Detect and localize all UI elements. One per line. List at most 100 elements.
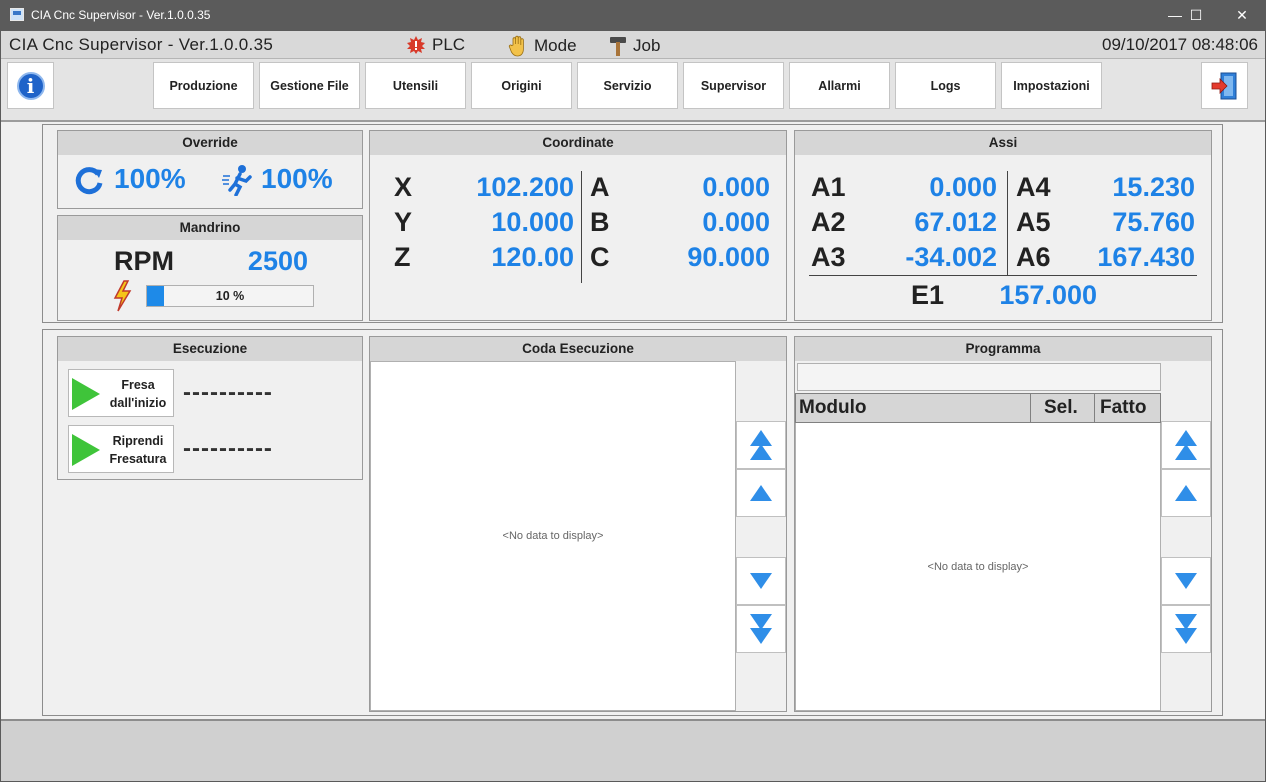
coord-a-value: 0.000: [702, 172, 770, 202]
programma-scroll-up-button[interactable]: [1161, 469, 1211, 517]
col-divider: [1094, 394, 1095, 422]
tab-servizio[interactable]: Servizio: [577, 62, 678, 109]
col-fatto[interactable]: Fatto: [1100, 397, 1146, 419]
exit-button[interactable]: [1201, 62, 1248, 109]
assi-title: Assi: [795, 131, 1211, 155]
down-arrow-icon: [750, 573, 772, 589]
riprendi-button-label: Riprendi Fresatura: [109, 434, 167, 466]
coord-c-value: 90.000: [687, 242, 770, 272]
exit-door-icon: [1211, 72, 1236, 99]
axis-a5-value: 75.760: [1112, 207, 1195, 237]
rapid-override-icon: [222, 165, 252, 196]
tab-produzione[interactable]: Produzione: [153, 62, 254, 109]
programma-title: Programma: [795, 337, 1211, 361]
info-button[interactable]: i: [7, 62, 54, 109]
coord-a-label: A: [590, 172, 610, 202]
axis-a6-value: 167.430: [1097, 242, 1195, 272]
axis-a1-label: A1: [811, 172, 846, 202]
spindle-load-text: 10 %: [215, 289, 245, 303]
esecuzione-title: Esecuzione: [58, 337, 362, 361]
riprendi-fresatura-button[interactable]: Riprendi Fresatura: [68, 425, 174, 473]
maximize-button[interactable]: ☐: [1173, 0, 1219, 31]
axis-e1-label: E1: [911, 280, 945, 310]
tab-gestione-file[interactable]: Gestione File: [259, 62, 360, 109]
double-down-arrow-icon: [1175, 614, 1197, 644]
programma-scroll-top-button[interactable]: [1161, 421, 1211, 469]
axis-a5-label: A5: [1016, 207, 1051, 237]
close-button[interactable]: ✕: [1219, 0, 1265, 31]
client-area: CIA Cnc Supervisor - Ver.1.0.0.35 PLC Mo…: [1, 31, 1265, 781]
bottom-bar: [1, 719, 1265, 781]
plc-alarm-icon: [407, 36, 425, 54]
status-bar: CIA Cnc Supervisor - Ver.1.0.0.35 PLC Mo…: [1, 31, 1265, 59]
app-title: CIA Cnc Supervisor - Ver.1.0.0.35: [9, 35, 274, 54]
axis-a3-label: A3: [811, 242, 846, 272]
hand-icon: [508, 35, 524, 57]
down-arrow-icon: [1175, 573, 1197, 589]
tab-allarmi[interactable]: Allarmi: [789, 62, 890, 109]
hammer-icon: [610, 37, 626, 56]
programma-grid-header: Modulo Sel. Fatto: [795, 393, 1161, 423]
coda-scroll-up-button[interactable]: [736, 469, 786, 517]
coda-list[interactable]: <No data to display>: [370, 361, 736, 711]
assi-divider: [1007, 171, 1008, 275]
window-titlebar: CIA Cnc Supervisor - Ver.1.0.0.35 — ☐ ✕: [0, 0, 1266, 31]
plc-indicator[interactable]: PLC: [406, 35, 465, 55]
col-divider: [1030, 394, 1031, 422]
esecuzione-panel: Esecuzione Fresa dall'inizio ---------- …: [57, 336, 363, 480]
app-icon: [10, 8, 24, 21]
tab-origini[interactable]: Origini: [471, 62, 572, 109]
fresa-status: ----------: [183, 379, 273, 406]
fresa-button-label: Fresa dall'inizio: [109, 378, 167, 410]
axis-a6-label: A6: [1016, 242, 1051, 272]
up-arrow-icon: [1175, 485, 1197, 501]
coord-y-label: Y: [394, 207, 413, 237]
programma-grid[interactable]: <No data to display>: [795, 394, 1161, 711]
coda-empty-text: <No data to display>: [502, 530, 604, 542]
job-label: Job: [633, 36, 661, 55]
fresa-dall-inizio-button[interactable]: Fresa dall'inizio: [68, 369, 174, 417]
axis-a4-label: A4: [1016, 172, 1051, 202]
coord-y-value: 10.000: [491, 207, 574, 237]
tab-utensili[interactable]: Utensili: [365, 62, 466, 109]
rapid-override-value: 100%: [261, 163, 333, 194]
programma-filter-field[interactable]: [797, 363, 1161, 391]
coda-scroll-top-button[interactable]: [736, 421, 786, 469]
datetime: 09/10/2017 08:48:06: [1102, 35, 1258, 54]
col-modulo[interactable]: Modulo: [799, 397, 867, 419]
coord-z-label: Z: [394, 242, 411, 272]
mandrino-title: Mandrino: [58, 216, 362, 240]
programma-scroll-down-button[interactable]: [1161, 557, 1211, 605]
axis-a1-value: 0.000: [929, 172, 997, 202]
axis-a3-value: -34.002: [905, 242, 997, 272]
coordinate-title: Coordinate: [370, 131, 786, 155]
rpm-value: 2500: [247, 246, 308, 276]
tab-logs[interactable]: Logs: [895, 62, 996, 109]
programma-empty-text: <No data to display>: [927, 561, 1029, 573]
coord-c-label: C: [590, 242, 610, 272]
tab-impostazioni[interactable]: Impostazioni: [1001, 62, 1102, 109]
mandrino-panel: Mandrino RPM 2500 10 %: [57, 215, 363, 321]
coord-x-label: X: [394, 172, 413, 202]
window-title: CIA Cnc Supervisor - Ver.1.0.0.35: [31, 8, 211, 22]
riprendi-status: ----------: [183, 435, 273, 462]
double-up-arrow-icon: [750, 430, 772, 460]
coordinate-panel: Coordinate X 102.200 Y 10.000 Z 120.00 A…: [369, 130, 787, 321]
play-icon: [72, 378, 100, 410]
coord-divider: [581, 171, 582, 283]
power-bolt-icon: [113, 280, 132, 312]
job-indicator[interactable]: Job: [609, 35, 660, 57]
rpm-label: RPM: [114, 246, 174, 276]
col-sel[interactable]: Sel.: [1044, 397, 1078, 419]
plc-label: PLC: [432, 35, 466, 54]
programma-panel: Programma <No data to display> Modulo Se…: [794, 336, 1212, 712]
coda-scroll-bottom-button[interactable]: [736, 605, 786, 653]
programma-scroll-bottom-button[interactable]: [1161, 605, 1211, 653]
axis-e1-value: 157.000: [999, 280, 1097, 310]
main-area: Override 100% 100% Mandrino RPM 2500 10 …: [1, 124, 1265, 719]
coda-scroll-down-button[interactable]: [736, 557, 786, 605]
main-toolbar: i Produzione Gestione File Utensili Orig…: [1, 59, 1265, 122]
override-title: Override: [58, 131, 362, 155]
tab-supervisor[interactable]: Supervisor: [683, 62, 784, 109]
mode-indicator[interactable]: Mode: [508, 35, 577, 57]
